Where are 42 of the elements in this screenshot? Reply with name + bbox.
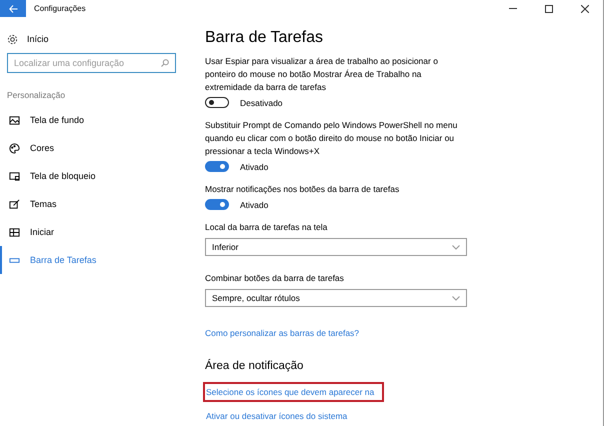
section-label: Personalização — [7, 90, 66, 100]
chevron-down-icon — [452, 296, 460, 300]
search-field[interactable]: Localizar uma configuração — [7, 53, 176, 73]
sidebar-item[interactable]: Barra de Tarefas — [0, 246, 196, 274]
setting-label: Substituir Prompt de Comando pelo Windows PowerShell no menu quando eu clicar com o botão direito do mouse no botão Iniciar ou pressionar a tecla Windows+X — [205, 119, 458, 158]
sidebar-item[interactable]: Tela de fundo — [0, 106, 196, 134]
toggle-state: Desativado — [240, 98, 283, 108]
help-link[interactable]: Como personalizar as barras de tarefas? — [205, 328, 360, 338]
minimize-icon — [509, 8, 517, 9]
setting-label: Mostrar notificações nos botões da barra de tarefas — [205, 183, 400, 196]
settings-link[interactable]: Selecione os ícones que devem aparecer na — [203, 382, 384, 402]
toggle-switch[interactable] — [205, 161, 229, 172]
palette-icon — [9, 142, 20, 154]
page-title: Barra de Tarefas — [205, 29, 324, 47]
toggle-switch[interactable] — [205, 199, 229, 210]
settings-icon — [7, 34, 18, 44]
close-icon — [581, 4, 589, 12]
toggle-state: Ativado — [240, 162, 268, 172]
sidebar-item[interactable]: Iniciar — [0, 218, 196, 246]
search-icon — [161, 59, 169, 67]
picture-icon — [9, 114, 20, 126]
dropdown[interactable]: Sempre, ocultar rótulos — [205, 289, 467, 307]
section-heading: Área de notificação — [205, 360, 304, 372]
sidebar-item[interactable]: Cores — [0, 134, 196, 162]
setting-label: Local da barra de tarefas na tela — [205, 221, 328, 234]
setting-label: Usar Espiar para visualizar a área de trabalho ao posicionar o ponteiro do mouse no botão Mostrar Área de Trabalho na extremidade da barra de tarefas — [205, 55, 439, 94]
setting-label: Combinar botões da barra de tarefas — [205, 272, 345, 285]
window-title: Configurações — [34, 4, 87, 13]
back-arrow-icon — [8, 4, 18, 12]
start-icon — [9, 226, 20, 238]
dropdown[interactable]: Inferior — [205, 238, 467, 256]
settings-link[interactable]: Ativar ou desativar ícones do sistema — [203, 406, 384, 426]
sidebar-item[interactable]: Temas — [0, 190, 196, 218]
sidebar-item[interactable]: Tela de bloqueio — [0, 162, 196, 190]
chevron-down-icon — [452, 244, 460, 250]
home-item[interactable]: Início — [0, 31, 196, 47]
toggle-state: Ativado — [240, 200, 268, 210]
monitor-icon — [9, 170, 20, 182]
maximize-icon — [545, 4, 553, 12]
brush-icon — [9, 198, 20, 210]
back-button[interactable] — [0, 0, 26, 17]
toggle-switch[interactable] — [205, 97, 229, 108]
